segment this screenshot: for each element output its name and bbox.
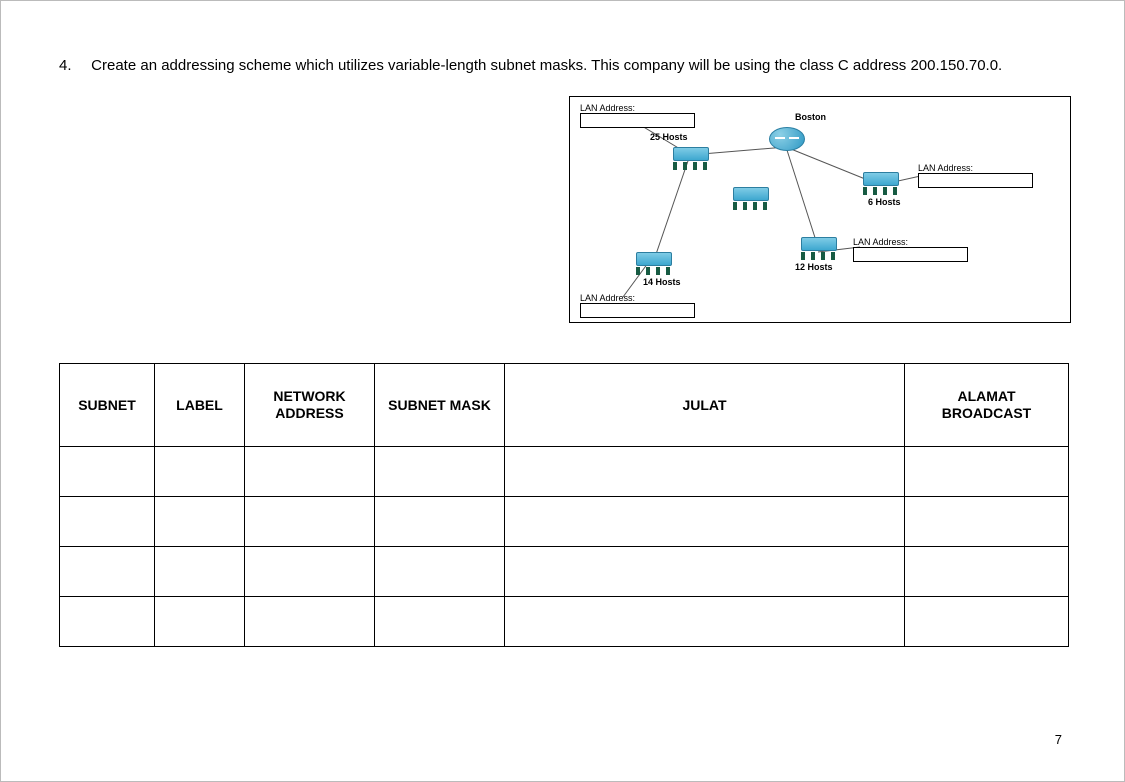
question-block: 4. Create an addressing scheme which uti… [59,56,1066,76]
switch-icon-1 [673,147,709,170]
answer-table: SUBNET LABEL NETWORK ADDRESS SUBNET MASK… [59,363,1069,647]
hosts-label-6: 6 Hosts [868,197,901,207]
table-row [60,447,1069,497]
switch-icon-3 [801,237,837,260]
lan-address-label-3: LAN Address: [853,237,908,247]
question-text: Create an addressing scheme which utiliz… [91,56,1051,76]
hosts-label-14: 14 Hosts [643,277,681,287]
switch-icon-center [733,187,769,210]
question-number: 4. [59,56,87,76]
lan-address-box-1 [580,113,695,128]
table-header-row: SUBNET LABEL NETWORK ADDRESS SUBNET MASK… [60,364,1069,447]
th-julat: JULAT [505,364,905,447]
table-row [60,547,1069,597]
router-label-boston: Boston [795,112,826,122]
page: 4. Create an addressing scheme which uti… [0,0,1125,782]
lan-address-label-2: LAN Address: [918,163,973,173]
diagram-container: LAN Address: 25 Hosts Boston 6 Hosts LAN… [59,96,1071,323]
table-body [60,447,1069,647]
lan-address-box-4 [580,303,695,318]
lan-address-box-2 [918,173,1033,188]
th-alamat-broadcast: ALAMAT BROADCAST [905,364,1069,447]
table-row [60,497,1069,547]
hosts-label-25: 25 Hosts [650,132,688,142]
switch-icon-4 [636,252,672,275]
th-subnet: SUBNET [60,364,155,447]
th-network-address: NETWORK ADDRESS [245,364,375,447]
hosts-label-12: 12 Hosts [795,262,833,272]
lan-address-box-3 [853,247,968,262]
switch-icon-2 [863,172,899,195]
network-diagram: LAN Address: 25 Hosts Boston 6 Hosts LAN… [569,96,1071,323]
th-subnet-mask: SUBNET MASK [375,364,505,447]
page-number: 7 [1055,732,1062,747]
lan-address-label-4: LAN Address: [580,293,635,303]
th-label: LABEL [155,364,245,447]
diagram-lines [570,97,1070,322]
router-icon [769,127,805,151]
lan-address-label-1: LAN Address: [580,103,635,113]
table-row [60,597,1069,647]
